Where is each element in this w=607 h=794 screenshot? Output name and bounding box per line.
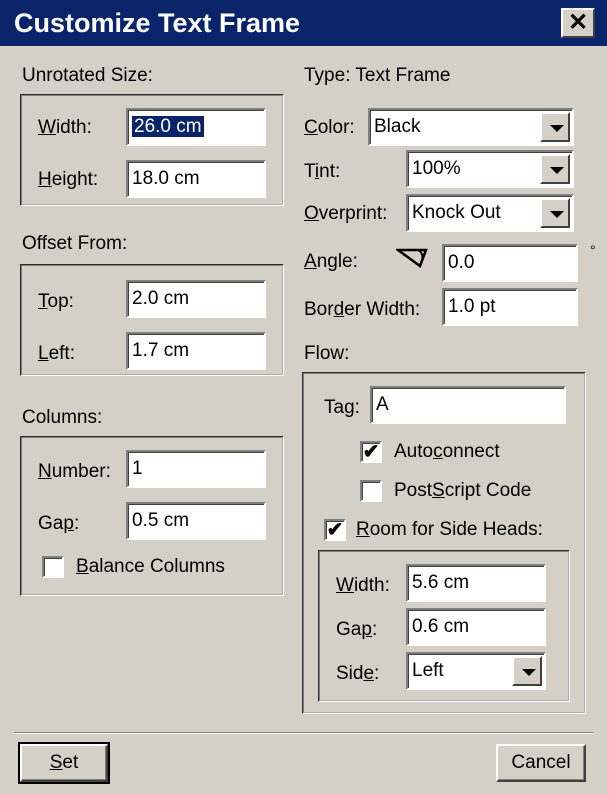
overprint-select[interactable]: Knock Out (406, 194, 574, 232)
window-title: Customize Text Frame (14, 8, 301, 38)
close-button[interactable]: ✕ (561, 8, 595, 38)
postscript-code-checkbox[interactable] (360, 480, 382, 502)
type-value: Text Frame (355, 65, 451, 86)
angle-icon (396, 248, 428, 268)
unrotated-size-label: Unrotated Size: (22, 65, 153, 86)
color-value: Black (374, 116, 421, 137)
set-button[interactable]: Set (18, 742, 110, 784)
width-value: 26.0 cm (132, 116, 204, 137)
number-field[interactable]: 1 (126, 450, 266, 488)
room-for-side-heads-label[interactable]: Room for Side Heads: (356, 518, 543, 542)
offset-from-label: Offset From: (22, 233, 128, 254)
tint-value: 100% (412, 158, 461, 179)
type-label: Type: Text Frame (304, 65, 451, 86)
top-label: Top: (38, 291, 74, 312)
side-value: Left (412, 660, 444, 681)
side-label: Side: (336, 663, 380, 684)
degree-symbol: ° (590, 242, 596, 258)
height-field[interactable]: 18.0 cm (126, 160, 266, 198)
left-field[interactable]: 1.7 cm (126, 332, 266, 370)
tint-select[interactable]: 100% (406, 150, 574, 188)
customize-text-frame-dialog: Customize Text Frame ✕ Unrotated Size: W… (0, 0, 607, 794)
side-select[interactable]: Left (406, 652, 546, 690)
width-label: Width: (38, 117, 92, 138)
postscript-code-label[interactable]: PostScript Code (394, 479, 531, 503)
side-heads-gap-label: Gap: (336, 619, 378, 640)
autoconnect-checkbox[interactable]: ✔ (360, 441, 382, 463)
title-bar[interactable]: Customize Text Frame ✕ (0, 0, 607, 46)
columns-label: Columns: (22, 407, 103, 428)
chevron-down-icon[interactable] (512, 656, 542, 686)
chevron-down-icon[interactable] (540, 198, 570, 228)
number-label: Number: (38, 461, 111, 482)
chevron-down-icon[interactable] (540, 112, 570, 142)
width-field[interactable]: 26.0 cm (126, 108, 266, 146)
columns-gap-label: Gap: (38, 513, 80, 534)
side-heads-width-label: Width: (336, 575, 390, 596)
chevron-down-icon[interactable] (540, 154, 570, 184)
tint-label: Tint: (304, 161, 341, 182)
separator (14, 732, 593, 734)
left-label: Left: (38, 343, 75, 364)
flow-label: Flow: (304, 343, 350, 364)
checkmark-icon: ✔ (326, 519, 344, 541)
color-label: Color: (304, 117, 355, 138)
tag-label: Tag: (324, 397, 360, 418)
side-heads-width-field[interactable]: 5.6 cm (406, 564, 546, 602)
close-icon: ✕ (567, 9, 589, 36)
autoconnect-label[interactable]: Autoconnect (394, 440, 500, 464)
top-field[interactable]: 2.0 cm (126, 280, 266, 318)
height-label: Height: (38, 169, 99, 190)
checkmark-icon: ✔ (362, 441, 380, 463)
cancel-button[interactable]: Cancel (496, 744, 586, 782)
room-for-side-heads-checkbox[interactable]: ✔ (324, 519, 346, 541)
columns-gap-field[interactable]: 0.5 cm (126, 502, 266, 540)
overprint-value: Knock Out (412, 202, 501, 223)
balance-columns-checkbox[interactable] (42, 556, 64, 578)
angle-label: Angle: (304, 251, 358, 272)
overprint-label: Overprint: (304, 203, 388, 224)
side-heads-gap-field[interactable]: 0.6 cm (406, 608, 546, 646)
tag-field[interactable]: A (370, 386, 566, 424)
border-width-label: Border Width: (304, 299, 421, 320)
color-select[interactable]: Black (368, 108, 574, 146)
balance-columns-label[interactable]: Balance Columns (76, 555, 225, 579)
border-width-field[interactable]: 1.0 pt (442, 288, 578, 326)
angle-field[interactable]: 0.0 (442, 244, 578, 282)
